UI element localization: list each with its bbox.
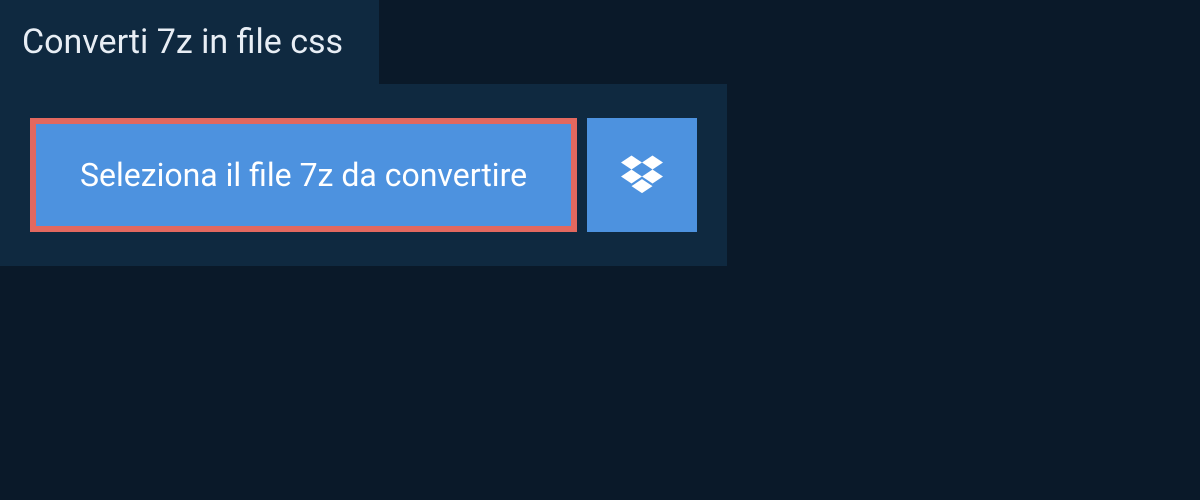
- upload-panel: Seleziona il file 7z da convertire: [0, 84, 727, 266]
- select-file-label: Seleziona il file 7z da convertire: [80, 156, 527, 194]
- dropbox-button[interactable]: [587, 118, 697, 232]
- button-row: Seleziona il file 7z da convertire: [30, 118, 697, 232]
- dropbox-icon: [621, 152, 663, 198]
- tab-title: Converti 7z in file css: [0, 0, 379, 84]
- tab-title-text: Converti 7z in file css: [22, 22, 343, 62]
- select-file-button[interactable]: Seleziona il file 7z da convertire: [30, 118, 577, 232]
